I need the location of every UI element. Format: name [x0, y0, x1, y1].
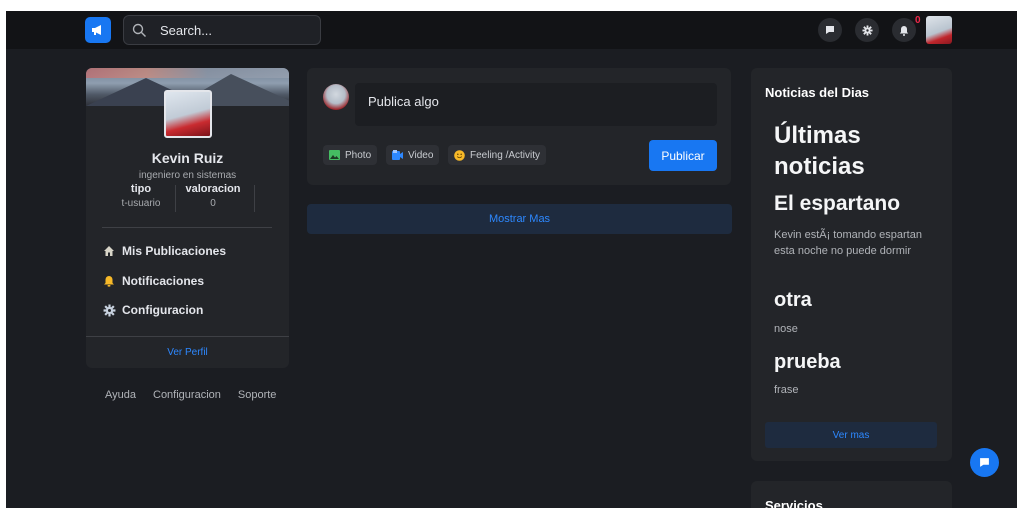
- stat-label: tipo: [130, 183, 152, 195]
- menu-item-label: Configuracion: [122, 303, 204, 317]
- stat-valoracion: valoracion 0: [181, 183, 245, 209]
- post-input[interactable]: Publica algo: [355, 83, 717, 126]
- menu-item-label: Mis Publicaciones: [122, 244, 227, 258]
- post-composer: Publica algo Photo Video Feeling /Activi…: [307, 68, 731, 185]
- notifications-button[interactable]: [892, 18, 916, 42]
- gear-icon: [102, 303, 116, 317]
- stat-divider: [175, 185, 176, 212]
- menu-item-configuracion[interactable]: Configuracion: [102, 303, 203, 317]
- news-title: Últimas noticias: [774, 122, 865, 180]
- divider: [86, 336, 289, 337]
- app-frame: 0 Kevin Ruiz ingeniero en sistemas tipo …: [6, 11, 1017, 508]
- footer-links: Ayuda Configuracion Soporte: [105, 389, 293, 401]
- profile-card: Kevin Ruiz ingeniero en sistemas tipo t-…: [86, 68, 289, 368]
- home-icon: [102, 244, 116, 258]
- avatar: [323, 84, 349, 110]
- messages-button[interactable]: [818, 18, 842, 42]
- footer-link-ayuda[interactable]: Ayuda: [105, 389, 136, 401]
- post-placeholder: Publica algo: [368, 94, 439, 109]
- news-card: Noticias del Dias Últimas noticias El es…: [751, 68, 952, 461]
- top-navbar: 0: [6, 11, 1017, 49]
- chip-label: Video: [408, 149, 434, 161]
- bell-icon: [899, 25, 909, 36]
- stat-label: valoracion: [185, 183, 241, 195]
- video-icon: [392, 150, 403, 161]
- notification-badge: 0: [915, 15, 921, 26]
- news-item-title: otra: [774, 289, 812, 311]
- profile-picture[interactable]: [164, 90, 212, 138]
- search-icon: [132, 23, 147, 38]
- menu-item-publicaciones[interactable]: Mis Publicaciones: [102, 244, 226, 258]
- settings-button[interactable]: [855, 18, 879, 42]
- news-item-text: frase: [774, 384, 799, 396]
- menu-item-label: Notificaciones: [122, 274, 205, 288]
- message-icon: [980, 458, 989, 467]
- stat-value: 0: [210, 198, 216, 209]
- profile-name: Kevin Ruiz: [151, 150, 224, 166]
- message-icon: [826, 26, 834, 34]
- news-item-text: nose: [774, 323, 798, 335]
- news-item-title: prueba: [774, 351, 841, 373]
- see-more-button[interactable]: Ver mas: [765, 422, 937, 448]
- avatar[interactable]: [926, 16, 952, 44]
- publish-button[interactable]: Publicar: [649, 140, 717, 171]
- bell-icon: [102, 274, 116, 288]
- services-heading: Servicios: [765, 498, 823, 508]
- chip-label: Photo: [345, 149, 372, 161]
- photo-button[interactable]: Photo: [323, 145, 378, 165]
- news-item-title: El espartano: [774, 192, 901, 215]
- show-more-button[interactable]: Mostrar Mas: [307, 204, 732, 234]
- stat-value: t-usuario: [121, 198, 161, 209]
- video-button[interactable]: Video: [386, 145, 440, 165]
- search-box[interactable]: [123, 15, 321, 45]
- menu-item-notificaciones[interactable]: Notificaciones: [102, 274, 204, 288]
- services-card: Servicios: [751, 481, 952, 508]
- divider: [102, 227, 272, 228]
- megaphone-icon[interactable]: [85, 17, 111, 43]
- profile-role: ingeniero en sistemas: [138, 170, 237, 181]
- stat-tipo: tipo t-usuario: [112, 183, 170, 209]
- news-item-text: Kevin estÃ¡ tomando espartan esta noche …: [774, 229, 922, 257]
- gear-icon: [861, 24, 873, 36]
- chat-button[interactable]: [970, 448, 999, 477]
- chip-label: Feeling /Activity: [470, 149, 541, 161]
- news-heading: Noticias del Dias: [765, 85, 870, 100]
- footer-link-soporte[interactable]: Soporte: [238, 389, 277, 401]
- search-input[interactable]: [160, 16, 310, 44]
- stat-divider: [254, 185, 255, 212]
- footer-link-configuracion[interactable]: Configuracion: [153, 389, 221, 401]
- smile-icon: [454, 149, 465, 161]
- feeling-button[interactable]: Feeling /Activity: [448, 145, 547, 165]
- view-profile-link[interactable]: Ver Perfil: [86, 347, 289, 358]
- photo-icon: [329, 150, 340, 161]
